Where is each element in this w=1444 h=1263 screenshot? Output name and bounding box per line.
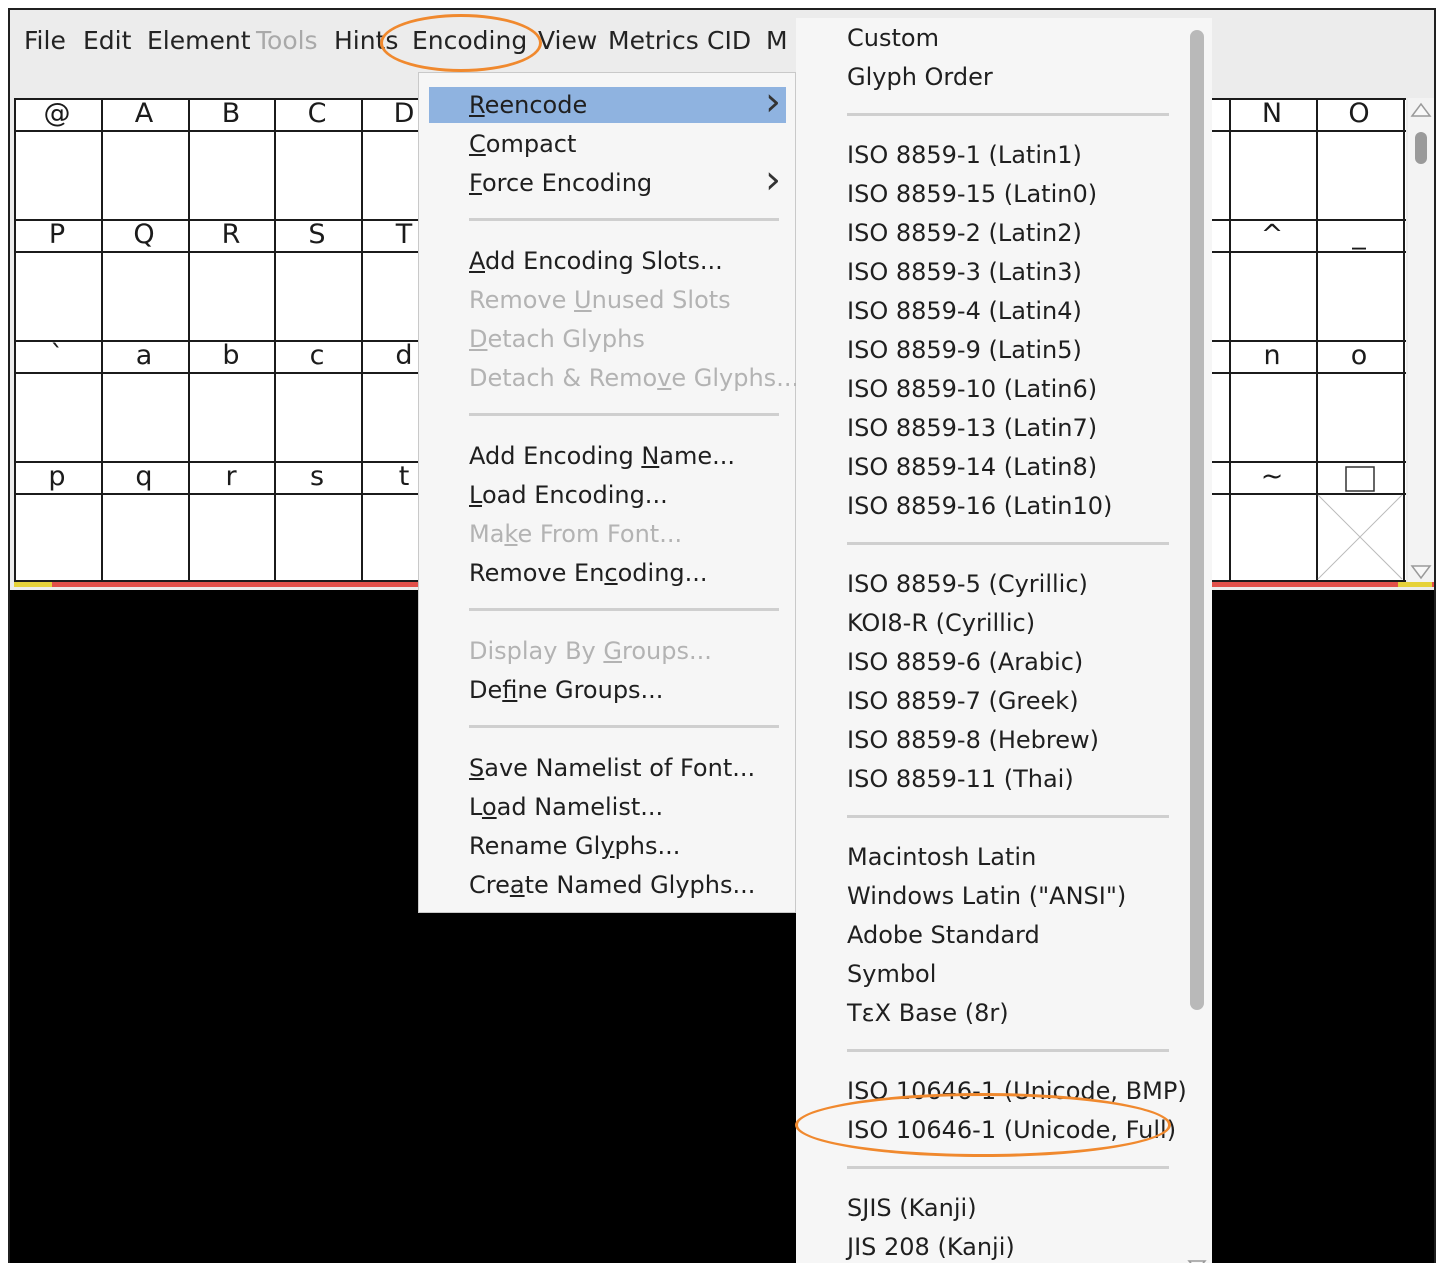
submenu-item-koi8-r-cyrillic[interactable]: KOI8-R (Cyrillic) bbox=[847, 607, 1035, 639]
glyph-cell-label[interactable]: _ bbox=[1316, 219, 1402, 251]
menu-item-load-namelist[interactable]: Load Namelist... bbox=[469, 791, 663, 823]
submenu-separator bbox=[847, 1049, 1169, 1052]
menu-item-remove-unused-slots[interactable]: Remove Unused Slots bbox=[469, 284, 731, 316]
submenu-item-iso-8859-2-latin2[interactable]: ISO 8859-2 (Latin2) bbox=[847, 217, 1082, 249]
menu-item-compact[interactable]: Compact bbox=[469, 128, 576, 160]
submenu-item-iso-8859-11-thai[interactable]: ISO 8859-11 (Thai) bbox=[847, 763, 1074, 795]
menu-item-define-groups[interactable]: Define Groups... bbox=[469, 674, 663, 706]
submenu-item-iso-8859-3-latin3[interactable]: ISO 8859-3 (Latin3) bbox=[847, 256, 1082, 288]
glyph-cell-label[interactable]: ^ bbox=[1229, 219, 1315, 251]
submenu-item-jis-208-kanji[interactable]: JIS 208 (Kanji) bbox=[847, 1231, 1015, 1263]
missing-glyph-icon bbox=[1317, 466, 1403, 580]
menu-view[interactable]: View bbox=[538, 26, 597, 56]
glyph-cell-label[interactable]: p bbox=[14, 461, 100, 493]
submenu-arrow-icon: › bbox=[765, 157, 781, 203]
menu-cid[interactable]: CID bbox=[707, 26, 751, 56]
encoding-annotation-ring bbox=[380, 14, 542, 72]
glyph-cell-label[interactable]: ` bbox=[14, 340, 100, 372]
submenu-item-iso-8859-6-arabic[interactable]: ISO 8859-6 (Arabic) bbox=[847, 646, 1083, 678]
submenu-item-iso-8859-9-latin5[interactable]: ISO 8859-9 (Latin5) bbox=[847, 334, 1082, 366]
submenu-scrollbar-thumb[interactable] bbox=[1190, 30, 1204, 1010]
glyph-cell-label[interactable]: a bbox=[101, 340, 187, 372]
glyph-cell-label[interactable]: P bbox=[14, 219, 100, 251]
submenu-item-t-x-base-8r[interactable]: TεX Base (8r) bbox=[847, 997, 1009, 1029]
menu-tools[interactable]: Tools bbox=[256, 26, 318, 56]
submenu-item-iso-8859-8-hebrew[interactable]: ISO 8859-8 (Hebrew) bbox=[847, 724, 1099, 756]
glyph-cell-label[interactable]: R bbox=[188, 219, 274, 251]
menu-edit[interactable]: Edit bbox=[83, 26, 131, 56]
menu-file[interactable]: File bbox=[24, 26, 66, 56]
glyph-cell-label[interactable]: o bbox=[1316, 340, 1402, 372]
menu-item-detach-glyphs[interactable]: Detach Glyphs bbox=[469, 323, 645, 355]
menu-item-load-encoding[interactable]: Load Encoding... bbox=[469, 479, 668, 511]
submenu-item-adobe-standard[interactable]: Adobe Standard bbox=[847, 919, 1040, 951]
encoding-dropdown-menu: Reencode › Compact Force Encoding › Add Encod… bbox=[418, 72, 799, 913]
submenu-scroll-down-icon[interactable] bbox=[1187, 1258, 1207, 1263]
menu-element[interactable]: Element bbox=[147, 26, 251, 56]
submenu-item-iso-8859-15-latin0[interactable]: ISO 8859-15 (Latin0) bbox=[847, 178, 1097, 210]
menu-item-create-named-glyphs[interactable]: Create Named Glyphs... bbox=[469, 869, 755, 901]
submenu-item-iso-8859-16-latin10[interactable]: ISO 8859-16 (Latin10) bbox=[847, 490, 1112, 522]
menu-item-remove-encoding[interactable]: Remove Encoding... bbox=[469, 557, 708, 589]
submenu-item-macintosh-latin[interactable]: Macintosh Latin bbox=[847, 841, 1036, 873]
submenu-item-iso-8859-5-cyrillic[interactable]: ISO 8859-5 (Cyrillic) bbox=[847, 568, 1088, 600]
glyph-cell-label[interactable]: B bbox=[188, 98, 274, 130]
glyph-cell-label[interactable]: @ bbox=[14, 98, 100, 130]
reencode-submenu: Custom Glyph Order ISO 8859-1 (Latin1) ISO … bbox=[796, 18, 1212, 1263]
submenu-item-iso-8859-7-greek[interactable]: ISO 8859-7 (Greek) bbox=[847, 685, 1079, 717]
submenu-separator bbox=[847, 113, 1169, 116]
submenu-separator bbox=[847, 1166, 1169, 1169]
submenu-item-glyph-order[interactable]: Glyph Order bbox=[847, 61, 993, 93]
submenu-arrow-icon: › bbox=[765, 79, 781, 125]
menu-item-make-from-font[interactable]: Make From Font... bbox=[469, 518, 682, 550]
menu-item-force-encoding[interactable]: Force Encoding bbox=[469, 167, 652, 199]
menu-separator bbox=[469, 218, 779, 221]
submenu-item-iso-8859-14-latin8[interactable]: ISO 8859-14 (Latin8) bbox=[847, 451, 1097, 483]
menu-item-detach-remove-glyphs[interactable]: Detach & Remove Glyphs... bbox=[469, 362, 799, 394]
glyph-cell-label[interactable]: N bbox=[1229, 98, 1315, 130]
menu-mm[interactable]: M bbox=[766, 26, 788, 56]
glyph-cell-label[interactable]: S bbox=[274, 219, 360, 251]
menu-separator bbox=[469, 608, 779, 611]
submenu-item-iso-8859-4-latin4[interactable]: ISO 8859-4 (Latin4) bbox=[847, 295, 1082, 327]
menu-separator bbox=[469, 725, 779, 728]
unicode-full-annotation-ring bbox=[795, 1093, 1171, 1157]
font-view-scrollbar[interactable] bbox=[1408, 98, 1434, 582]
glyph-cell-label[interactable]: b bbox=[188, 340, 274, 372]
glyph-cell-label[interactable]: Q bbox=[101, 219, 187, 251]
glyph-cell-label[interactable]: C bbox=[274, 98, 360, 130]
submenu-separator bbox=[847, 542, 1169, 545]
glyph-cell-label[interactable]: r bbox=[188, 461, 274, 493]
menu-bar: File Edit Element Tools Hints Encoding V… bbox=[10, 10, 1434, 72]
status-marker-left bbox=[14, 582, 52, 587]
scrollbar-arrows bbox=[1410, 102, 1432, 580]
menu-metrics[interactable]: Metrics bbox=[608, 26, 699, 56]
menu-item-display-by-groups[interactable]: Display By Groups... bbox=[469, 635, 712, 667]
submenu-item-windows-latin-ansi[interactable]: Windows Latin ("ANSI") bbox=[847, 880, 1126, 912]
menu-item-save-namelist-of-font[interactable]: Save Namelist of Font... bbox=[469, 752, 755, 784]
submenu-item-custom[interactable]: Custom bbox=[847, 22, 939, 54]
glyph-cell-label[interactable]: ~ bbox=[1229, 461, 1315, 493]
menu-item-rename-glyphs[interactable]: Rename Glyphs... bbox=[469, 830, 680, 862]
glyph-cell-label[interactable]: s bbox=[274, 461, 360, 493]
status-marker-right bbox=[1398, 582, 1432, 587]
glyph-cell-label[interactable]: O bbox=[1316, 98, 1402, 130]
menu-item-add-encoding-name[interactable]: Add Encoding Name... bbox=[469, 440, 735, 472]
menu-item-add-encoding-slots[interactable]: Add Encoding Slots... bbox=[469, 245, 723, 277]
submenu-item-iso-8859-13-latin7[interactable]: ISO 8859-13 (Latin7) bbox=[847, 412, 1097, 444]
submenu-item-symbol[interactable]: Symbol bbox=[847, 958, 936, 990]
menu-separator bbox=[469, 413, 779, 416]
menu-item-reencode[interactable]: Reencode bbox=[469, 89, 587, 121]
glyph-cell-label[interactable]: c bbox=[274, 340, 360, 372]
submenu-item-sjis-kanji[interactable]: SJIS (Kanji) bbox=[847, 1192, 977, 1224]
glyph-cell-label[interactable]: A bbox=[101, 98, 187, 130]
submenu-item-iso-8859-10-latin6[interactable]: ISO 8859-10 (Latin6) bbox=[847, 373, 1097, 405]
submenu-separator bbox=[847, 815, 1169, 818]
fontforge-window-frame: File Edit Element Tools Hints Encoding V… bbox=[8, 8, 1436, 1263]
submenu-item-iso-8859-1-latin1[interactable]: ISO 8859-1 (Latin1) bbox=[847, 139, 1082, 171]
glyph-cell-label[interactable]: q bbox=[101, 461, 187, 493]
glyph-cell-label[interactable]: n bbox=[1229, 340, 1315, 372]
